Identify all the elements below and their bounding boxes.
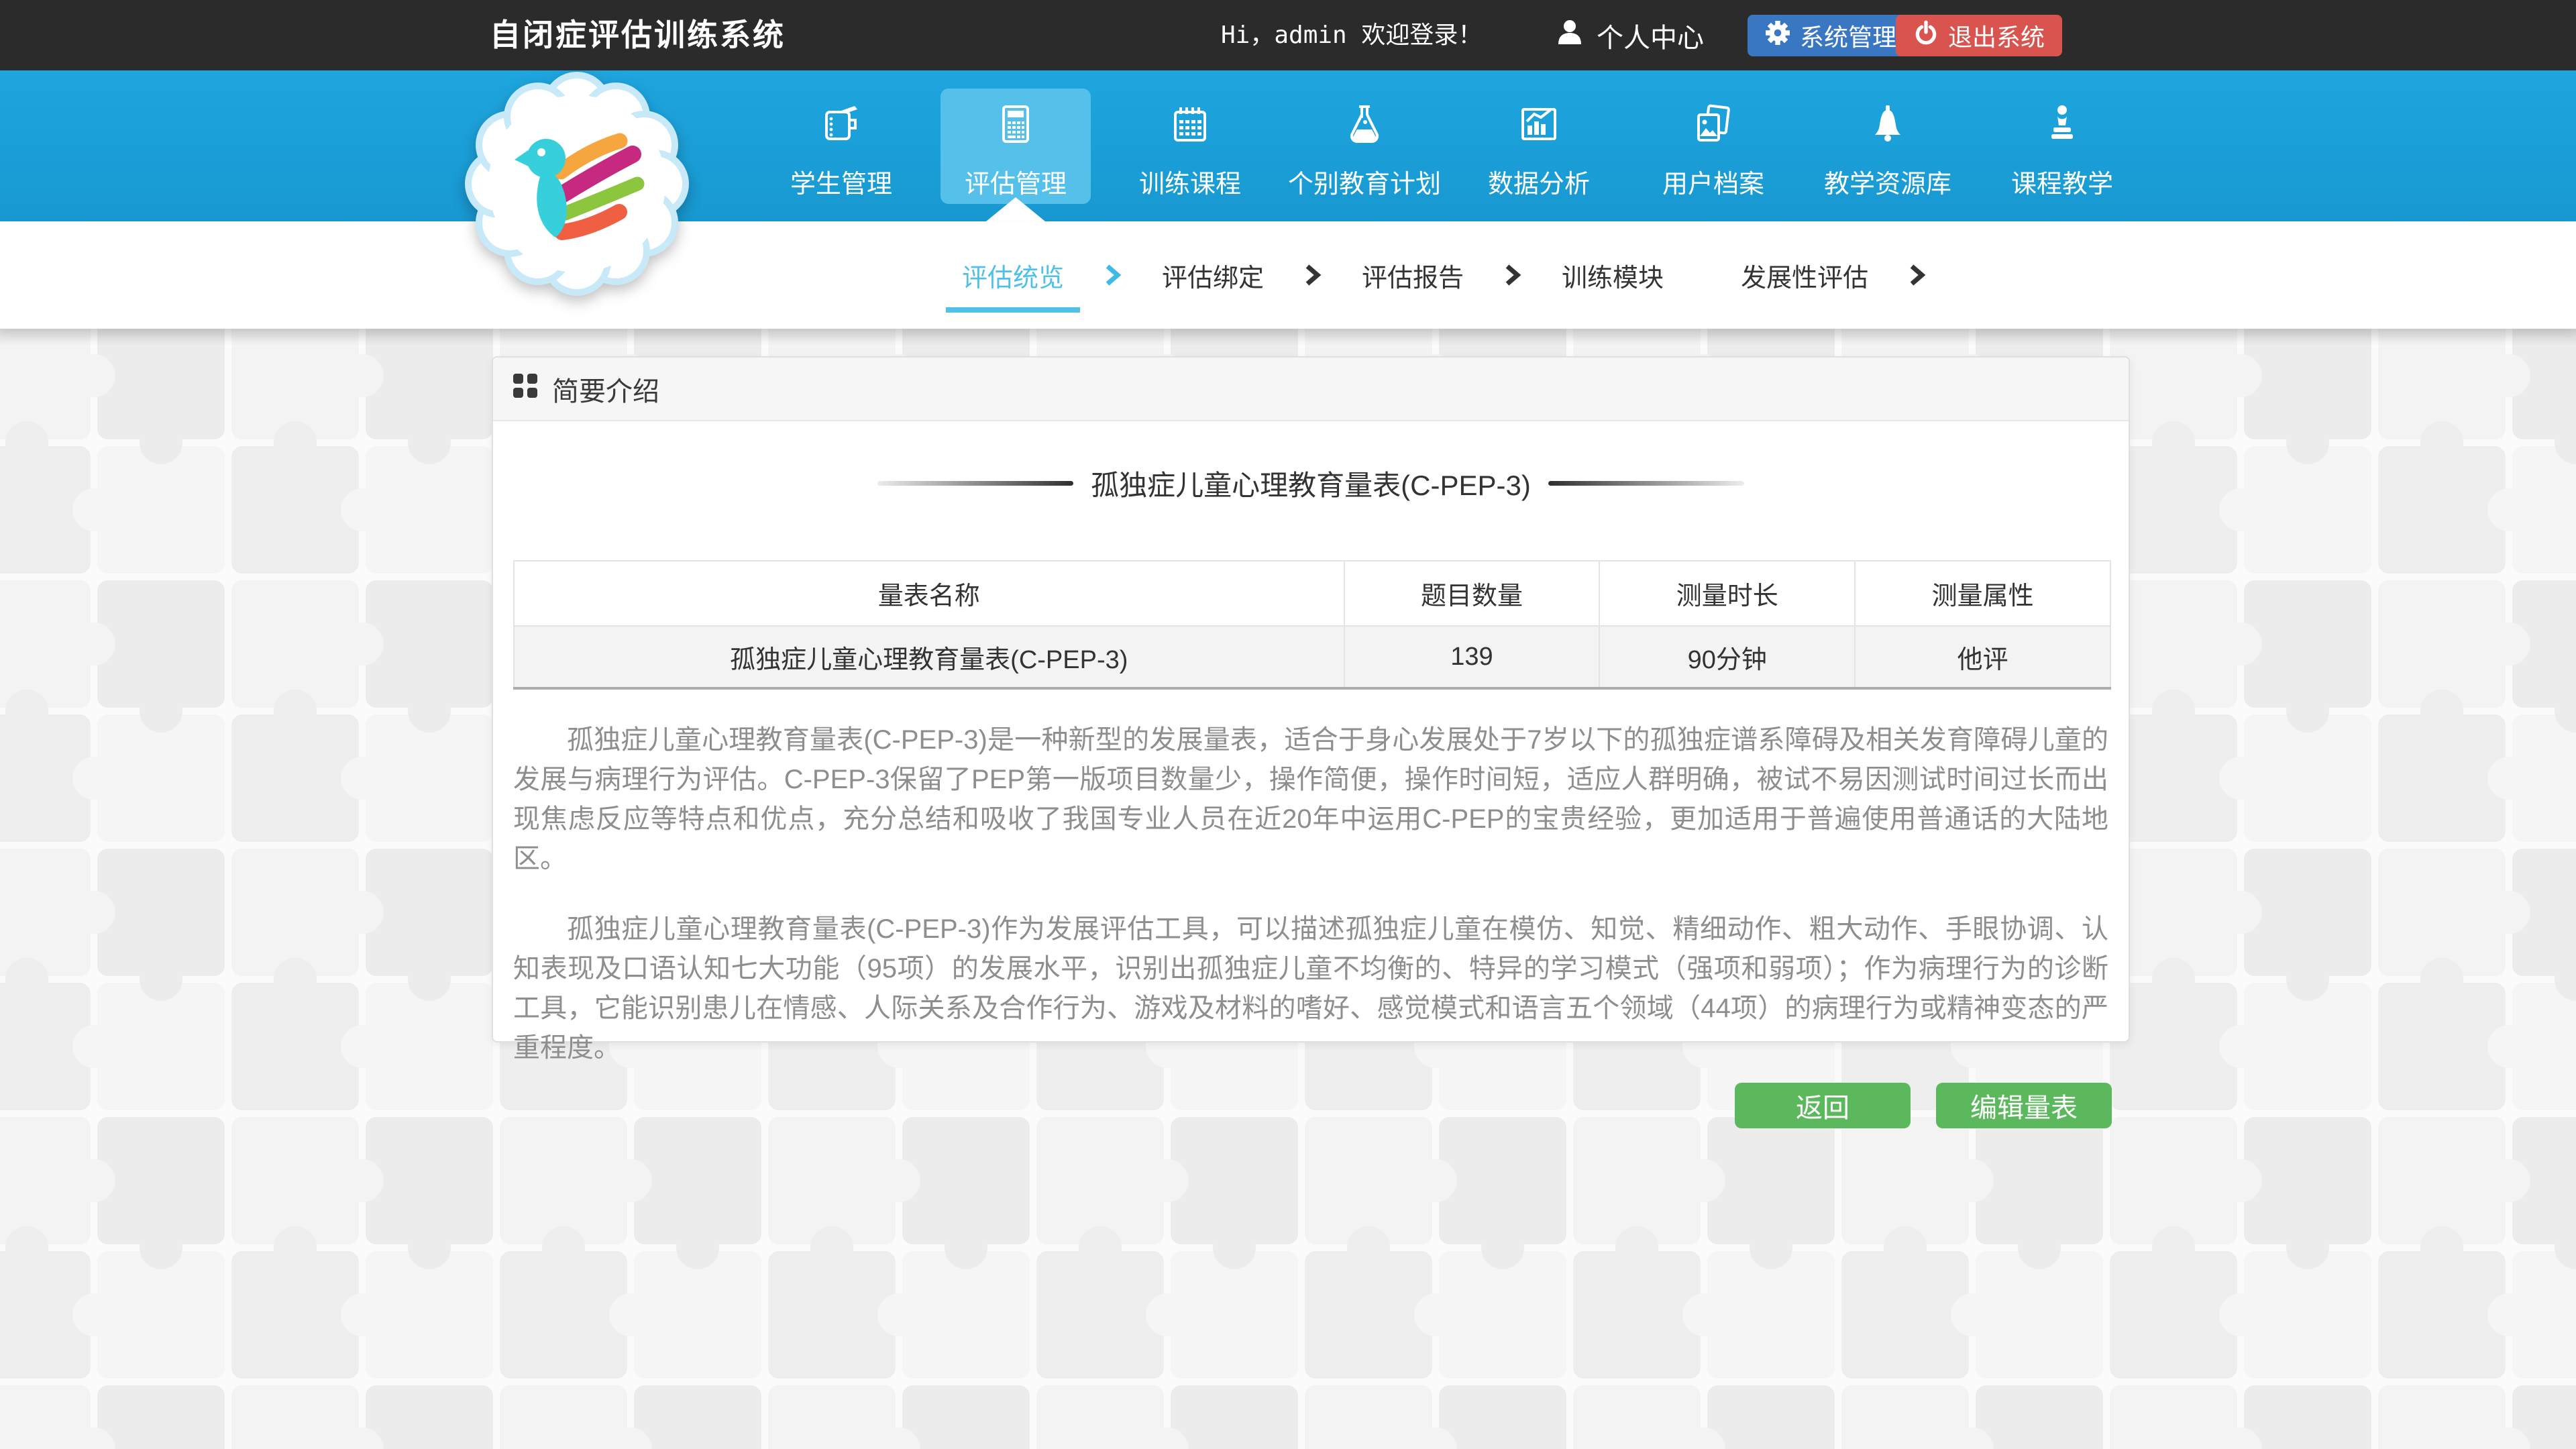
- table-header-row: 量表名称 题目数量 测量时长 测量属性: [514, 561, 2110, 626]
- flask-icon: [1342, 101, 1387, 147]
- sub-nav-bar: 评估统览 评估绑定 评估报告 训练模块 发展性评估: [0, 221, 2576, 329]
- nav-item-training-course[interactable]: 训练课程: [1103, 70, 1277, 221]
- nav-label: 数据分析: [1488, 163, 1590, 200]
- cell-attribute: 他评: [1855, 626, 2110, 688]
- nav-item-course-teaching[interactable]: 课程教学: [1975, 70, 2149, 221]
- user-icon: [1555, 17, 1585, 54]
- edit-scale-button[interactable]: 编辑量表: [1936, 1083, 2112, 1128]
- app-title: 自闭症评估训练系统: [490, 0, 786, 70]
- chevron-right-icon: [1304, 263, 1322, 287]
- top-bar: 自闭症评估训练系统 Hi，admin 欢迎登录！ 个人中心 系统管理: [0, 0, 2576, 70]
- nav-item-assessment-management[interactable]: 评估管理: [928, 70, 1103, 221]
- cell-duration: 90分钟: [1599, 626, 1855, 688]
- main-nav-items: 学生管理 评估管理: [754, 70, 2149, 221]
- scale-title: 孤独症儿童心理教育量表(C-PEP-3): [1091, 463, 1531, 504]
- nav-label: 个别教育计划: [1288, 163, 1441, 200]
- profile-link[interactable]: 个人中心: [1555, 0, 1704, 70]
- logout-label: 退出系统: [1948, 18, 2045, 53]
- back-button[interactable]: 返回: [1735, 1083, 1911, 1128]
- subnav-item-assessment-binding[interactable]: 评估绑定: [1162, 257, 1264, 294]
- description-paragraph-2: 孤独症儿童心理教育量表(C-PEP-3)作为发展评估工具，可以描述孤独症儿童在模…: [513, 910, 2108, 1068]
- col-header-scale-name: 量表名称: [514, 561, 1344, 626]
- grid-icon: [513, 374, 537, 405]
- nav-label: 学生管理: [790, 163, 892, 200]
- nav-label: 教学资源库: [1824, 163, 1951, 200]
- power-icon: [1913, 20, 1939, 52]
- nav-label: 评估管理: [965, 163, 1067, 200]
- nav-item-data-analysis[interactable]: 数据分析: [1452, 70, 1626, 221]
- subnav-item-assessment-report[interactable]: 评估报告: [1362, 257, 1464, 294]
- logout-button[interactable]: 退出系统: [1896, 15, 2062, 56]
- cell-item-count: 139: [1344, 626, 1600, 688]
- table-row: 孤独症儿童心理教育量表(C-PEP-3) 139 90分钟 他评: [514, 626, 2110, 688]
- chevron-right-icon: [1104, 263, 1122, 287]
- col-header-item-count: 题目数量: [1344, 561, 1600, 626]
- chevron-right-icon: [1909, 263, 1926, 287]
- nav-item-iep[interactable]: 个别教育计划: [1277, 70, 1452, 221]
- system-admin-button[interactable]: 系统管理: [1748, 15, 1914, 56]
- lectern-icon: [2039, 101, 2085, 147]
- title-divider-left: [877, 481, 1073, 486]
- subnav-item-assessment-overview[interactable]: 评估统览: [962, 257, 1064, 294]
- nav-label: 课程教学: [2011, 163, 2113, 200]
- scale-info-table: 量表名称 题目数量 测量时长 测量属性 孤独症儿童心理教育量表(C-PEP-3)…: [513, 560, 2111, 690]
- col-header-duration: 测量时长: [1599, 561, 1855, 626]
- chart-icon: [1516, 101, 1562, 147]
- nav-item-student-management[interactable]: 学生管理: [754, 70, 928, 221]
- photos-icon: [1690, 101, 1736, 147]
- gear-icon: [1765, 20, 1790, 52]
- nav-item-user-archives[interactable]: 用户档案: [1626, 70, 1801, 221]
- title-divider-right: [1548, 481, 1744, 486]
- cell-scale-name: 孤独症儿童心理教育量表(C-PEP-3): [514, 626, 1344, 688]
- subnav-item-developmental-assessment[interactable]: 发展性评估: [1741, 257, 1868, 294]
- description-paragraph-1: 孤独症儿童心理教育量表(C-PEP-3)是一种新型的发展量表，适合于身心发展处于…: [513, 720, 2108, 879]
- app-logo[interactable]: [462, 71, 693, 303]
- page-content: 简要介绍 孤独症儿童心理教育量表(C-PEP-3) 量表名称 题目数量 测量时长…: [0, 329, 2576, 1449]
- nav-label: 训练课程: [1139, 163, 1241, 200]
- col-header-attribute: 测量属性: [1855, 561, 2110, 626]
- intro-panel: 简要介绍 孤独症儿童心理教育量表(C-PEP-3) 量表名称 题目数量 测量时长…: [492, 356, 2130, 1042]
- wallet-icon: [818, 101, 864, 147]
- panel-actions: 返回 编辑量表: [510, 1083, 2112, 1128]
- nav-item-teaching-resources[interactable]: 教学资源库: [1801, 70, 1975, 221]
- panel-header-title: 简要介绍: [552, 370, 659, 409]
- nav-label: 用户档案: [1662, 163, 1764, 200]
- main-nav-bar: 学生管理 评估管理: [0, 70, 2576, 221]
- welcome-text: Hi，admin 欢迎登录！: [1221, 0, 1482, 70]
- scale-title-row: 孤独症儿童心理教育量表(C-PEP-3): [493, 463, 2129, 504]
- calculator-icon: [993, 101, 1038, 147]
- calendar-icon: [1167, 101, 1213, 147]
- subnav-item-training-module[interactable]: 训练模块: [1562, 257, 1664, 294]
- chevron-right-icon: [1504, 263, 1521, 287]
- panel-header: 简要介绍: [493, 358, 2129, 421]
- profile-label: 个人中心: [1597, 16, 1704, 55]
- system-admin-label: 系统管理: [1800, 18, 1896, 53]
- bell-icon: [1865, 101, 1911, 147]
